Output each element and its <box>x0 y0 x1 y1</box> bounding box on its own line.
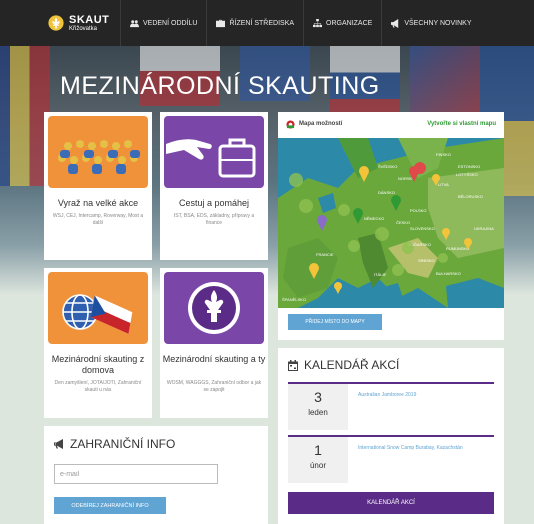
map-label: ŠVÉDSKO <box>378 164 397 169</box>
map-label: SLOVENSKO <box>410 226 435 231</box>
fleur-de-lis-icon <box>164 272 264 344</box>
card-subtitle: WSJ, CEJ, Intercamp, Roverway, Most a da… <box>52 213 144 227</box>
map-label: DÁNSKO <box>378 190 395 195</box>
map-widget: Mapa možností Vytvořte si vlastní mapu F… <box>278 112 504 340</box>
card-title: Mezinárodní skauting a ty <box>162 354 266 364</box>
nav-item-vsechny-novinky[interactable]: VŠECHNY NOVINKY <box>381 0 480 46</box>
logo-name: SKAUT <box>69 13 110 26</box>
add-place-button[interactable]: PŘIDEJ MÍSTO DO MAPY <box>288 314 382 330</box>
nav-label: ŘÍZENÍ STŘEDISKA <box>229 19 295 27</box>
handshake-suitcase-icon <box>164 116 264 188</box>
map-label: BULHARSKO <box>436 271 461 276</box>
card-a-ty[interactable]: Mezinárodní skauting a ty WOSM, WAGGGS, … <box>160 268 268 418</box>
map-label: ČESKO <box>396 220 410 225</box>
map-marker-icon <box>286 119 295 129</box>
card-title: Mezinárodní skauting z domova <box>51 354 145 376</box>
nav-label: VEDENÍ ODDÍLU <box>143 19 198 27</box>
card-subtitle: IST, BSA, EDS, základny, přípravy a fina… <box>173 213 255 227</box>
foreign-info-widget: ZAHRANIČNÍ INFO ODEBÍREJ ZAHRANIČNÍ INFO <box>44 426 268 524</box>
nav-item-vedeni-oddilu[interactable]: VEDENÍ ODDÍLU <box>120 0 206 46</box>
hierarchy-icon <box>313 18 323 27</box>
nav-item-rizeni-strediska[interactable]: ŘÍZENÍ STŘEDISKA <box>206 0 303 46</box>
event-date: 3 leden <box>288 384 348 430</box>
map-label: LOTYŠSKO <box>456 172 478 177</box>
map-label: FRANCIE <box>316 252 334 257</box>
card-z-domova[interactable]: Mezinárodní skauting z domova Den zamyšl… <box>44 268 152 418</box>
megaphone-icon <box>391 18 399 28</box>
foreign-info-title: ZAHRANIČNÍ INFO <box>70 437 176 451</box>
globe-flag-icon <box>48 272 148 344</box>
map-label: NĚMECKO <box>364 216 384 221</box>
event-link[interactable]: International Snow Camp Burabay, Kazachs… <box>358 445 463 451</box>
calendar-title: KALENDÁŘ AKCÍ <box>304 358 400 372</box>
event-date: 1 únor <box>288 437 348 483</box>
event-day: 1 <box>314 442 322 458</box>
map-label: ESTONSKO <box>458 164 480 169</box>
flag-decoration <box>0 46 50 186</box>
map-title: Mapa možností <box>299 121 343 127</box>
event-month: únor <box>309 461 326 470</box>
event-day: 3 <box>314 389 322 405</box>
calendar-button[interactable]: KALENDÁŘ AKCÍ <box>288 492 494 514</box>
map-label: UKRAJINA <box>474 226 494 231</box>
nav-item-organizace[interactable]: ORGANIZACE <box>303 0 381 46</box>
map-label: ŠPANĚLSKO <box>282 297 306 302</box>
briefcase-icon <box>216 19 226 27</box>
skaut-logo[interactable]: SKAUT Křižovatka <box>0 0 120 46</box>
map-label: SRBSKO <box>418 258 435 263</box>
map-canvas[interactable]: FINSKO NORSKO ŠVÉDSKO ESTONSKO LOTYŠSKO … <box>278 138 504 308</box>
map-label: LITVA <box>438 182 449 187</box>
nav-label: VŠECHNY NOVINKY <box>404 19 472 27</box>
map-label: RUMUNSKO <box>446 246 469 251</box>
crowd-icon <box>48 116 148 188</box>
calendar-icon <box>288 359 298 371</box>
megaphone-icon <box>54 439 63 449</box>
map-label: FINSKO <box>436 152 451 157</box>
group-icon <box>130 19 139 27</box>
create-map-link[interactable]: Vytvořte si vlastní mapu <box>427 121 496 127</box>
calendar-widget: KALENDÁŘ AKCÍ 3 leden Australian Jambore… <box>278 348 504 524</box>
map-label: BĚLORUSKO <box>458 194 483 199</box>
card-title: Vyraž na velké akce <box>57 198 139 208</box>
card-subtitle: Den zamyšlení, JOTA/JOTI, Zahraniční ska… <box>54 380 142 394</box>
email-field[interactable] <box>54 464 218 484</box>
fleur-de-lis-icon <box>48 15 64 31</box>
card-title: Cestuj a pomáhej <box>178 198 250 208</box>
subscribe-button[interactable]: ODEBÍREJ ZAHRANIČNÍ INFO <box>54 497 166 514</box>
page-title: MEZINÁRODNÍ SKAUTING <box>60 72 380 100</box>
top-navbar: SKAUT Křižovatka VEDENÍ ODDÍLU ŘÍZENÍ ST… <box>0 0 534 46</box>
event-month: leden <box>308 408 328 417</box>
card-cestuj[interactable]: Cestuj a pomáhej IST, BSA, EDS, základny… <box>160 112 268 260</box>
nav-label: ORGANIZACE <box>326 19 373 27</box>
card-subtitle: WOSM, WAGGGS, Zahraniční odbor a jak se … <box>166 380 262 394</box>
event-link[interactable]: Australian Jamboree 2019 <box>358 392 416 398</box>
map-label: POLSKO <box>410 208 426 213</box>
map-label: ITÁLIE <box>374 272 387 277</box>
card-velke-akce[interactable]: Vyraž na velké akce WSJ, CEJ, Intercamp,… <box>44 112 152 260</box>
logo-subtitle: Křižovatka <box>69 25 98 32</box>
